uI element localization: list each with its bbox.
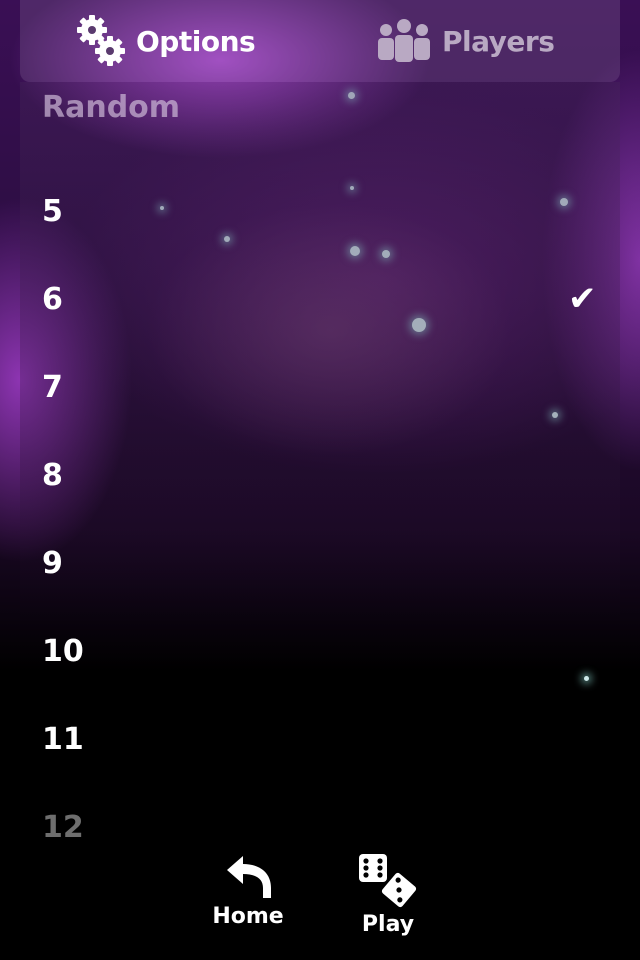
list-item-label: 8 — [42, 458, 63, 493]
home-label: Home — [212, 904, 284, 929]
list-item-label: 11 — [42, 722, 84, 757]
tab-options-label: Options — [136, 24, 256, 58]
list-item-label: 7 — [42, 370, 63, 405]
list-item-8[interactable]: 8 — [0, 432, 640, 520]
play-button[interactable]: Play — [338, 852, 438, 952]
tab-options[interactable]: Options — [72, 10, 256, 72]
play-label: Play — [361, 912, 415, 937]
back-arrow-icon — [227, 856, 271, 898]
list-item-label: 9 — [42, 546, 63, 581]
dice-icon — [359, 854, 419, 910]
home-button[interactable]: Home — [198, 852, 298, 952]
list-item-label: 5 — [42, 194, 63, 229]
people-icon — [378, 19, 430, 62]
list-item-label: 6 — [42, 282, 63, 317]
checkmark-icon: ✔ — [568, 279, 597, 319]
list-item-9[interactable]: 9 — [0, 520, 640, 608]
list-item-random[interactable]: Random — [0, 80, 640, 168]
bottom-nav: Home Play — [0, 840, 640, 960]
tab-players-label: Players — [442, 24, 555, 58]
tab-players[interactable]: Players — [372, 10, 555, 72]
list-item-label: 10 — [42, 634, 84, 669]
list-item-label: Random — [42, 90, 181, 125]
list-item-7[interactable]: 7 — [0, 344, 640, 432]
list-item-5[interactable]: 5 — [0, 168, 640, 256]
app-screen: Options Players Random 5 6 ✔ 7 8 9 10 11… — [0, 0, 640, 960]
gears-icon — [77, 15, 125, 66]
list-item-10[interactable]: 10 — [0, 608, 640, 696]
list-item-6[interactable]: 6 ✔ — [0, 256, 640, 344]
list-item-11[interactable]: 11 — [0, 696, 640, 784]
